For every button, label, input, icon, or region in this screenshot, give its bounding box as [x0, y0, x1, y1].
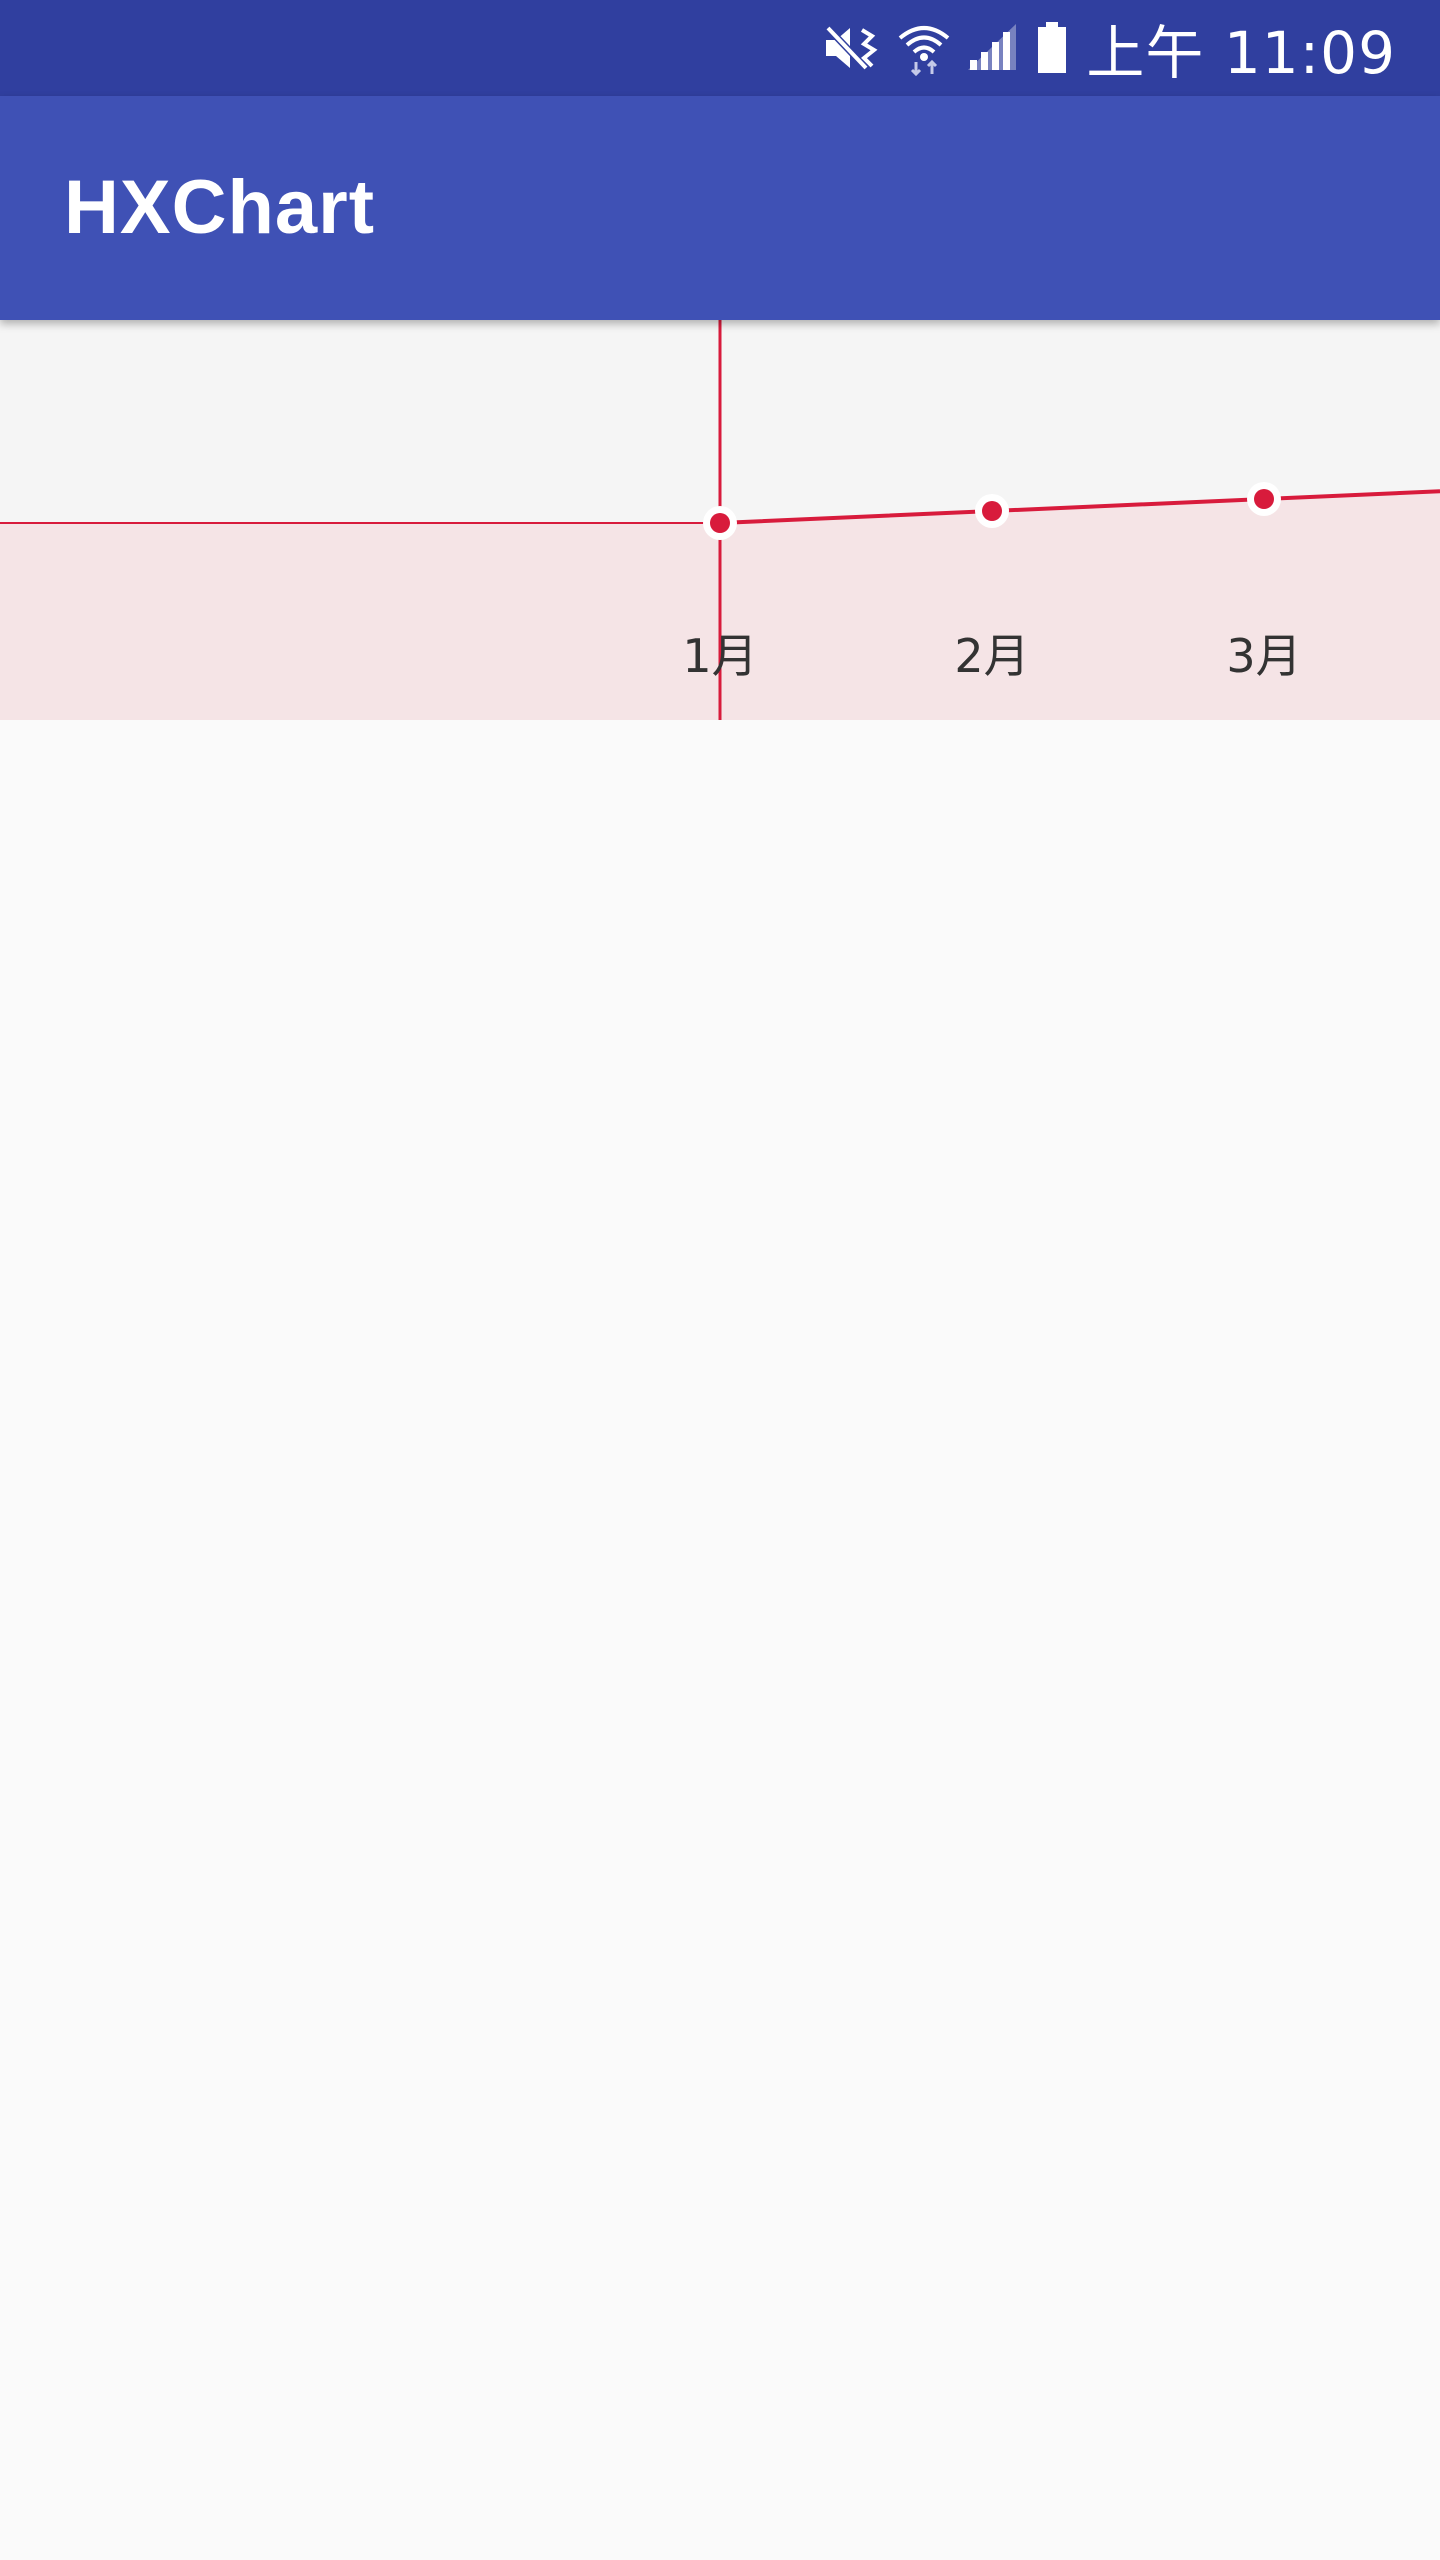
- mute-icon: [822, 20, 882, 76]
- data-point[interactable]: [710, 513, 730, 533]
- x-tick-label: 3月: [1226, 629, 1301, 683]
- app-bar: HXChart: [0, 96, 1440, 320]
- area-fill: [720, 491, 1440, 720]
- line-chart[interactable]: 1月 2月 3月: [0, 320, 1440, 720]
- signal-icon: [966, 20, 1018, 76]
- status-icons: 上午 11:09: [822, 0, 1440, 96]
- wifi-icon: [896, 20, 952, 76]
- data-point[interactable]: [982, 501, 1002, 521]
- app-title: HXChart: [64, 165, 376, 250]
- chart-svg[interactable]: 1月 2月 3月: [0, 320, 1440, 720]
- x-tick-label: 1月: [682, 629, 757, 683]
- left-area-fill: [0, 523, 720, 720]
- content-area: [0, 720, 1440, 2560]
- status-bar: 上午 11:09: [0, 0, 1440, 96]
- battery-icon: [1036, 20, 1068, 76]
- data-point[interactable]: [1254, 489, 1274, 509]
- x-tick-label: 2月: [954, 629, 1029, 683]
- status-time: 上午 11:09: [1086, 19, 1396, 87]
